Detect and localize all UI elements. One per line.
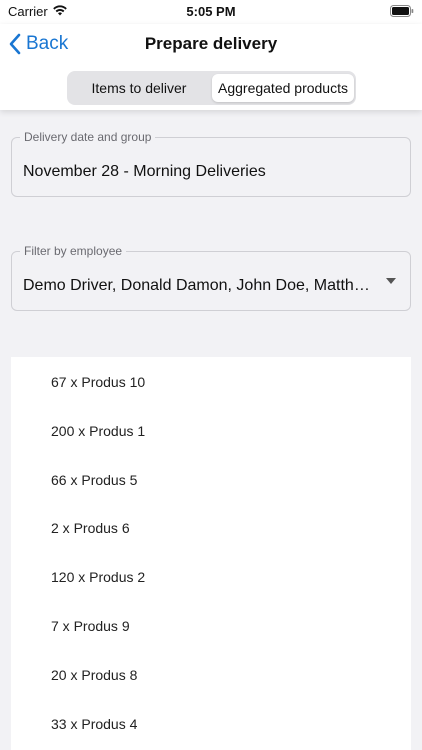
list-item: 120 x Produs 2 xyxy=(51,569,146,585)
tab-items-to-deliver[interactable]: Items to deliver xyxy=(69,74,209,102)
list-item: 33 x Produs 4 xyxy=(51,716,138,732)
delivery-date-label: Delivery date and group xyxy=(20,130,156,144)
list-item: 20 x Produs 8 xyxy=(51,667,138,683)
list-item: 66 x Produs 5 xyxy=(51,472,138,488)
tab-aggregated-products[interactable]: Aggregated products xyxy=(212,74,354,102)
delivery-date-value: November 28 - Morning Deliveries xyxy=(23,163,266,180)
status-bar: Carrier 5:05 PM xyxy=(0,0,422,24)
page-title: Prepare delivery xyxy=(144,34,278,53)
list-item: 7 x Produs 9 xyxy=(51,618,130,634)
list-item: 2 x Produs 6 xyxy=(51,520,130,536)
clock: 5:05 PM xyxy=(186,4,236,19)
delivery-date-field[interactable]: Delivery date and group November 28 - Mo… xyxy=(11,130,411,197)
employee-filter-select[interactable]: Filter by employee Demo Driver, Donald D… xyxy=(11,244,411,311)
battery-icon xyxy=(390,5,414,17)
dropdown-arrow-icon xyxy=(386,278,396,284)
navigation-bar: Back Prepare delivery Items to deliver A… xyxy=(0,24,422,110)
segmented-control: Items to deliver Aggregated products xyxy=(67,71,356,105)
list-item: 67 x Produs 10 xyxy=(51,374,146,390)
aggregated-product-list: 67 x Produs 10 200 x Produs 1 66 x Produ… xyxy=(11,357,411,750)
employee-filter-label: Filter by employee xyxy=(20,244,127,258)
employee-filter-value: Demo Driver, Donald Damon, John Doe, Mat… xyxy=(23,277,374,294)
list-item: 200 x Produs 1 xyxy=(51,423,146,439)
